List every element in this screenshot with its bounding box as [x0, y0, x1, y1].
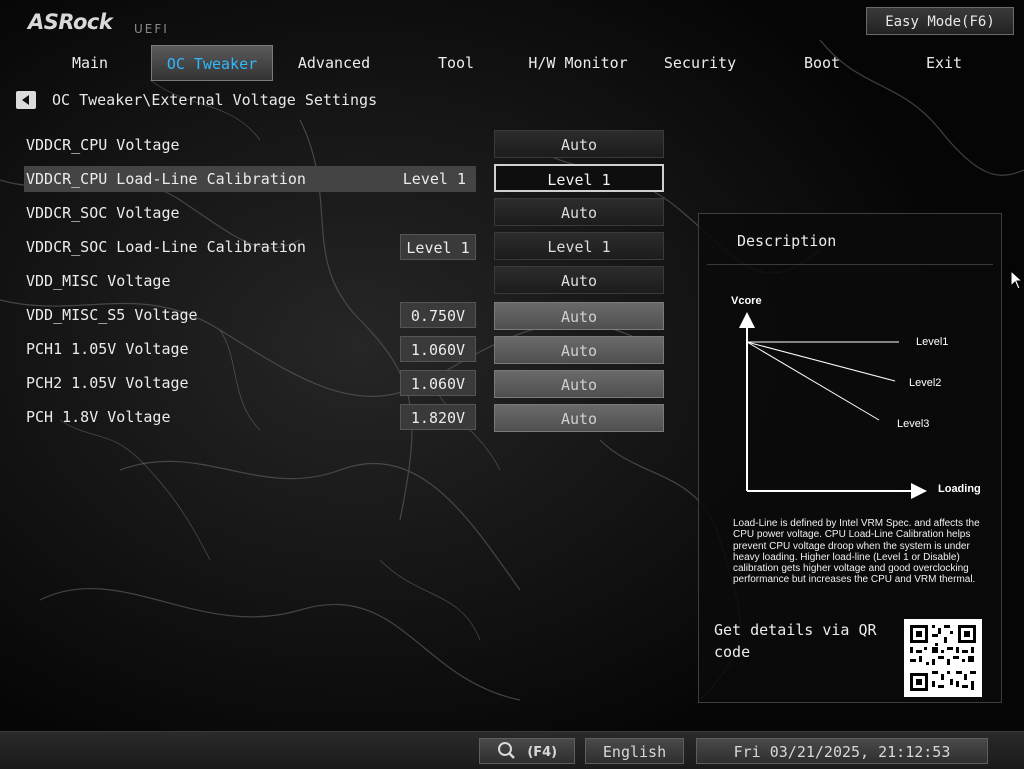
current-value: 0.750V — [400, 302, 476, 328]
tab-hw-monitor[interactable]: H/W Monitor — [517, 45, 639, 81]
level3-line — [746, 341, 880, 421]
footer-bar: (F4) English Fri 03/21/2025, 21:12:53 — [0, 731, 1024, 769]
setting-label: PCH1 1.05V Voltage — [26, 340, 189, 358]
tab-tool[interactable]: Tool — [395, 45, 517, 81]
description-title: Description — [737, 232, 837, 250]
setting-value-button[interactable]: Auto — [494, 370, 664, 398]
back-arrow-icon[interactable] — [16, 91, 36, 109]
x-axis-arrow-icon — [911, 483, 927, 499]
level3-label: Level3 — [897, 418, 929, 430]
setting-row-vddcr-soc-voltage[interactable]: VDDCR_SOC Voltage Auto — [24, 196, 666, 230]
datetime-display: Fri 03/21/2025, 21:12:53 — [696, 738, 988, 764]
setting-row-vddcr-soc-llc[interactable]: VDDCR_SOC Load-Line Calibration Level 1 … — [24, 230, 666, 264]
level2-label: Level2 — [909, 377, 941, 389]
setting-label: VDD_MISC_S5 Voltage — [26, 306, 198, 324]
qr-caption: Get details via QR code — [714, 621, 877, 661]
setting-label: VDDCR_CPU Load-Line Calibration — [26, 170, 306, 188]
uefi-label: UEFI — [134, 22, 169, 36]
setting-label: VDDCR_SOC Voltage — [26, 204, 180, 222]
setting-row-vdd-misc-voltage[interactable]: VDD_MISC Voltage Auto — [24, 264, 666, 298]
setting-value-button[interactable]: Auto — [494, 266, 664, 294]
setting-label: PCH 1.8V Voltage — [26, 408, 171, 426]
y-axis-label: Vcore — [731, 295, 762, 307]
asrock-logo: ASRock — [28, 10, 113, 34]
current-value: 1.060V — [400, 370, 476, 396]
level2-line — [746, 341, 896, 382]
settings-list: VDDCR_CPU Voltage Auto VDDCR_CPU Load-Li… — [24, 128, 666, 434]
setting-label: VDDCR_CPU Voltage — [26, 136, 180, 154]
search-button[interactable]: (F4) — [479, 738, 575, 764]
search-icon — [497, 742, 515, 759]
search-shortcut: (F4) — [527, 745, 558, 760]
setting-value-button[interactable]: Auto — [494, 336, 664, 364]
setting-label: PCH2 1.05V Voltage — [26, 374, 189, 392]
tab-boot[interactable]: Boot — [761, 45, 883, 81]
setting-row-vddcr-cpu-voltage[interactable]: VDDCR_CPU Voltage Auto — [24, 128, 666, 162]
setting-value-button[interactable]: Auto — [494, 130, 664, 158]
setting-value-button[interactable]: Auto — [494, 302, 664, 330]
description-text: Load-Line is defined by Intel VRM Spec. … — [733, 518, 980, 586]
current-value: Level 1 — [402, 170, 466, 188]
tab-exit[interactable]: Exit — [883, 45, 1005, 81]
current-value: 1.060V — [400, 336, 476, 362]
description-divider — [707, 264, 993, 265]
language-button[interactable]: English — [585, 738, 684, 764]
setting-value-button[interactable]: Level 1 — [494, 232, 664, 260]
tab-advanced[interactable]: Advanced — [273, 45, 395, 81]
setting-row-vddcr-cpu-llc[interactable]: VDDCR_CPU Load-Line Calibration Level 1 … — [24, 162, 666, 196]
setting-value-button[interactable]: Level 1 — [494, 164, 664, 192]
level1-label: Level1 — [916, 336, 948, 348]
tab-security[interactable]: Security — [639, 45, 761, 81]
setting-value-button[interactable]: Auto — [494, 404, 664, 432]
tab-main[interactable]: Main — [29, 45, 151, 81]
current-value: Level 1 — [400, 234, 476, 260]
tab-oc-tweaker[interactable]: OC Tweaker — [151, 45, 273, 81]
current-value: 1.820V — [400, 404, 476, 430]
setting-row-pch1-voltage[interactable]: PCH1 1.05V Voltage 1.060V Auto — [24, 332, 666, 366]
y-axis-arrow-icon — [739, 312, 755, 328]
breadcrumb: OC Tweaker\External Voltage Settings — [52, 91, 378, 109]
x-axis-label: Loading — [938, 483, 981, 495]
main-tabs: Main OC Tweaker Advanced Tool H/W Monito… — [29, 45, 1005, 81]
setting-row-pch2-voltage[interactable]: PCH2 1.05V Voltage 1.060V Auto — [24, 366, 666, 400]
qr-code-icon — [904, 619, 982, 697]
setting-value-button[interactable]: Auto — [494, 198, 664, 226]
mouse-cursor-icon — [1010, 270, 1024, 290]
description-panel: Description Vcore Loading Level1 Level2 … — [698, 213, 1002, 703]
setting-label: VDDCR_SOC Load-Line Calibration — [26, 238, 306, 256]
easy-mode-button[interactable]: Easy Mode(F6) — [866, 7, 1014, 35]
load-line-diagram: Vcore Loading Level1 Level2 Level3 — [731, 295, 981, 499]
setting-row-vdd-misc-s5-voltage[interactable]: VDD_MISC_S5 Voltage 0.750V Auto — [24, 298, 666, 332]
setting-row-pch-1-8v-voltage[interactable]: PCH 1.8V Voltage 1.820V Auto — [24, 400, 666, 434]
setting-label: VDD_MISC Voltage — [26, 272, 171, 290]
